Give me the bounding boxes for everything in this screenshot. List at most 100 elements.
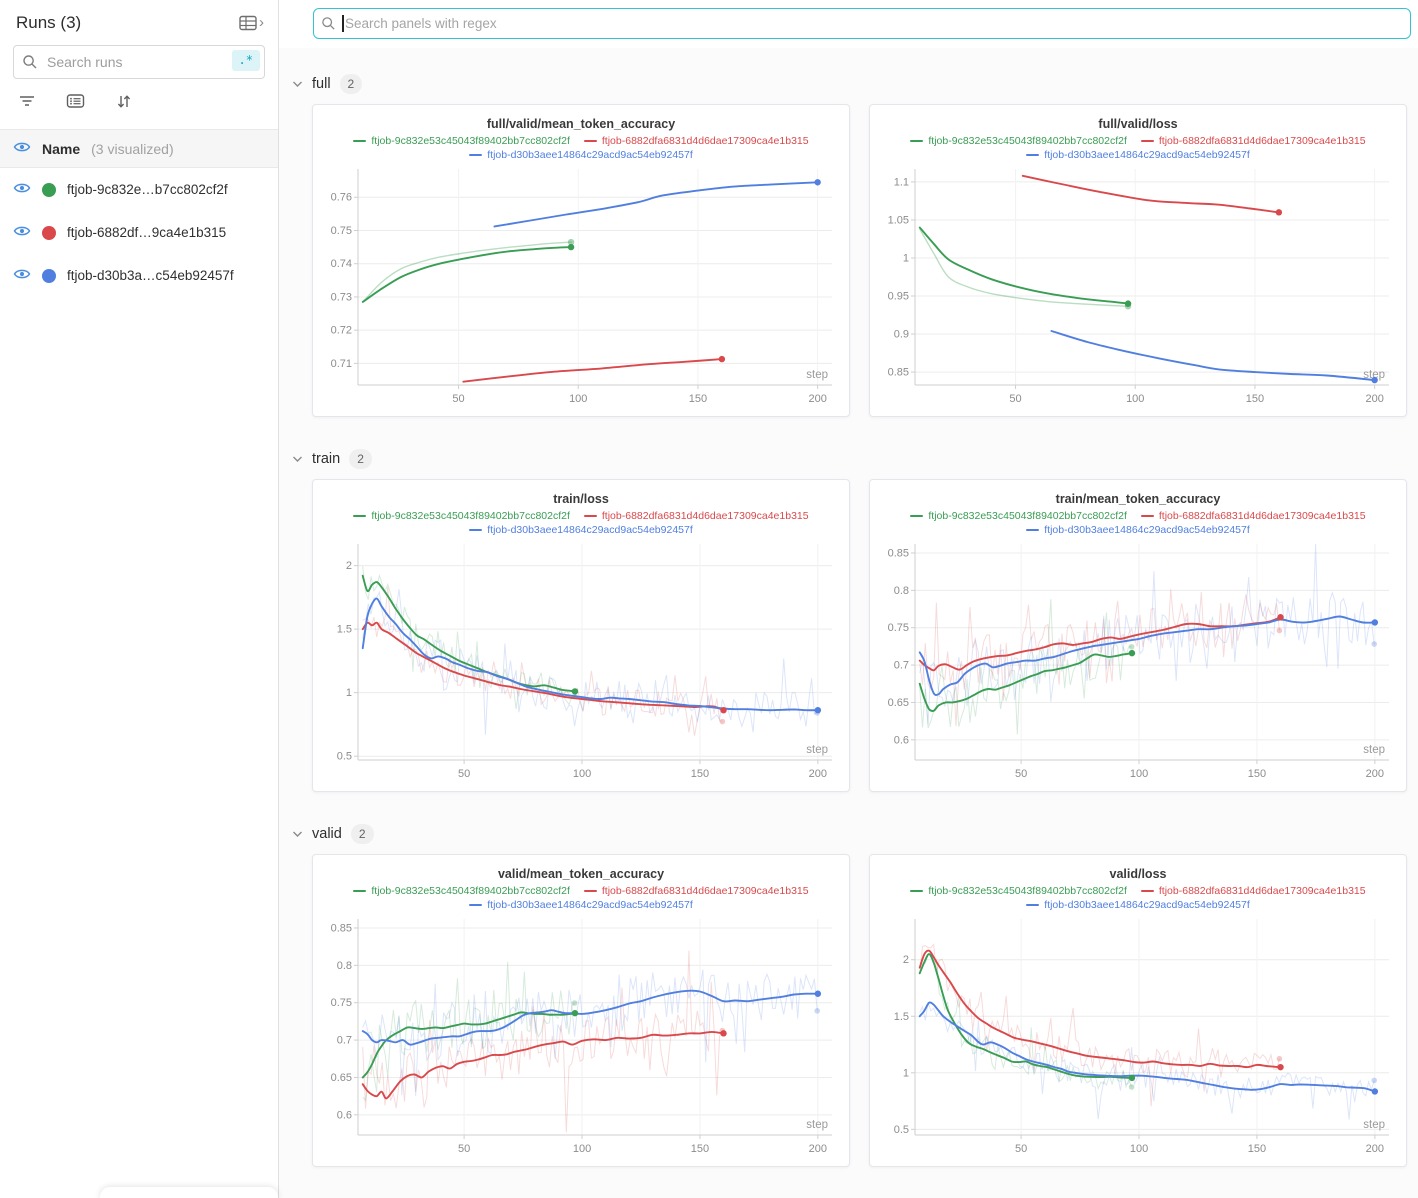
- legend-run-label: ftjob-d30b3aee14864c29acd9ac54eb92457f: [1044, 149, 1250, 161]
- legend-entry: ftjob-6882dfa6831d4d6dae17309ca4e1b315: [584, 509, 809, 523]
- svg-text:200: 200: [809, 768, 827, 780]
- visibility-eye-icon[interactable]: [13, 224, 31, 241]
- svg-text:step: step: [806, 1119, 828, 1131]
- legend-dash-icon: [1026, 154, 1039, 157]
- svg-text:0.74: 0.74: [331, 258, 352, 270]
- legend-run-label: ftjob-6882dfa6831d4d6dae17309ca4e1b315: [1159, 885, 1366, 897]
- legend-entry: ftjob-6882dfa6831d4d6dae17309ca4e1b315: [1141, 509, 1366, 523]
- svg-text:0.7: 0.7: [337, 1035, 352, 1047]
- chevron-down-icon[interactable]: [292, 455, 303, 463]
- svg-text:0.85: 0.85: [888, 547, 909, 559]
- chart-plot[interactable]: 0.850.90.9511.051.150100150200step: [879, 163, 1397, 413]
- svg-text:0.6: 0.6: [894, 734, 909, 746]
- legend-run-label: ftjob-9c832e53c45043f89402bb7cc802cf2f: [928, 135, 1127, 147]
- chart-legend: ftjob-9c832e53c45043f89402bb7cc802cf2f ft…: [879, 134, 1397, 162]
- run-name-label[interactable]: ftjob-d30b3a…c54eb92457f: [67, 268, 234, 283]
- chart-plot[interactable]: 0.511.5250100150200step: [879, 913, 1397, 1163]
- chart-title: valid/loss: [879, 867, 1397, 881]
- legend-dash-icon: [1141, 140, 1154, 143]
- section-count-badge: 2: [349, 449, 372, 469]
- legend-entry: ftjob-d30b3aee14864c29acd9ac54eb92457f: [1026, 523, 1250, 537]
- svg-text:0.9: 0.9: [894, 329, 909, 341]
- panel-sections: full 2 full/valid/mean_token_accuracyftjob…: [279, 48, 1418, 1167]
- legend-dash-icon: [469, 904, 482, 907]
- svg-text:1.05: 1.05: [888, 214, 909, 226]
- filter-icon[interactable]: [18, 93, 36, 115]
- search-icon: [22, 54, 38, 75]
- search-panels-input[interactable]: [313, 8, 1411, 39]
- legend-entry: ftjob-9c832e53c45043f89402bb7cc802cf2f: [910, 509, 1127, 523]
- chevron-down-icon[interactable]: [292, 80, 303, 88]
- svg-text:0.95: 0.95: [888, 291, 909, 303]
- svg-text:step: step: [806, 744, 828, 756]
- run-name-label[interactable]: ftjob-9c832e…b7cc802cf2f: [67, 182, 228, 197]
- legend-run-label: ftjob-9c832e53c45043f89402bb7cc802cf2f: [928, 510, 1127, 522]
- svg-text:0.65: 0.65: [888, 697, 909, 709]
- chart-panel[interactable]: train/lossftjob-9c832e53c45043f89402bb7c…: [312, 479, 850, 792]
- chart-title: train/mean_token_accuracy: [879, 492, 1397, 506]
- svg-text:50: 50: [1015, 768, 1027, 780]
- runs-table-toggle-button[interactable]: ›: [238, 14, 264, 32]
- run-name-label[interactable]: ftjob-6882df…9ca4e1b315: [67, 225, 226, 240]
- chart-panel[interactable]: train/mean_token_accuracy ftjob-9c832e53c…: [869, 479, 1407, 792]
- svg-text:100: 100: [573, 1143, 591, 1155]
- visibility-eye-icon[interactable]: [13, 140, 31, 157]
- chart-plot[interactable]: 0.710.720.730.740.750.7650100150200step: [322, 163, 840, 413]
- svg-text:step: step: [1363, 1119, 1385, 1131]
- legend-dash-icon: [584, 140, 597, 143]
- legend-entry: ftjob-d30b3aee14864c29acd9ac54eb92457f: [469, 898, 693, 912]
- svg-text:0.75: 0.75: [331, 997, 352, 1009]
- legend-run-label: ftjob-9c832e53c45043f89402bb7cc802cf2f: [371, 510, 570, 522]
- group-icon[interactable]: [66, 93, 85, 115]
- svg-text:1.1: 1.1: [894, 176, 909, 188]
- name-column-label: Name: [42, 141, 80, 157]
- run-list-item[interactable]: ftjob-9c832e…b7cc802cf2f: [0, 168, 278, 211]
- legend-entry: ftjob-9c832e53c45043f89402bb7cc802cf2f: [910, 884, 1127, 898]
- svg-text:50: 50: [458, 768, 470, 780]
- panel-section: valid2valid/mean_token_accuracyftjob-9c8…: [292, 824, 1411, 1167]
- visibility-eye-icon[interactable]: [13, 267, 31, 284]
- section-title[interactable]: valid: [312, 826, 342, 842]
- run-list-item[interactable]: ftjob-d30b3a…c54eb92457f: [0, 254, 278, 297]
- legend-dash-icon: [469, 529, 482, 532]
- legend-dash-icon: [1026, 904, 1039, 907]
- svg-text:0.8: 0.8: [894, 585, 909, 597]
- chart-plot[interactable]: 0.60.650.70.750.80.8550100150200step: [879, 538, 1397, 788]
- section-title[interactable]: full: [312, 76, 331, 92]
- panel-row: train/lossftjob-9c832e53c45043f89402bb7c…: [312, 479, 1411, 792]
- svg-text:0.72: 0.72: [331, 325, 352, 337]
- section-count-badge: 2: [351, 824, 374, 844]
- visibility-eye-icon[interactable]: [13, 181, 31, 198]
- chart-panel[interactable]: valid/mean_token_accuracyftjob-9c832e53c…: [312, 854, 850, 1167]
- svg-text:2: 2: [903, 954, 909, 966]
- chart-plot[interactable]: 0.60.650.70.750.80.8550100150200step: [322, 913, 840, 1163]
- chart-panel[interactable]: full/valid/mean_token_accuracyftjob-9c83…: [312, 104, 850, 417]
- legend-entry: ftjob-6882dfa6831d4d6dae17309ca4e1b315: [584, 134, 809, 148]
- sort-icon[interactable]: [115, 93, 132, 115]
- legend-dash-icon: [353, 515, 366, 518]
- svg-text:1: 1: [346, 687, 352, 699]
- chart-title: full/valid/loss: [879, 117, 1397, 131]
- legend-dash-icon: [353, 140, 366, 143]
- legend-run-label: ftjob-6882dfa6831d4d6dae17309ca4e1b315: [1159, 135, 1366, 147]
- section-header: train 2: [292, 449, 1411, 469]
- legend-run-label: ftjob-d30b3aee14864c29acd9ac54eb92457f: [1044, 524, 1250, 536]
- svg-text:step: step: [1363, 744, 1385, 756]
- run-list-item[interactable]: ftjob-6882df…9ca4e1b315: [0, 211, 278, 254]
- chart-panel[interactable]: valid/loss ftjob-9c832e53c45043f89402bb7c…: [869, 854, 1407, 1167]
- legend-run-label: ftjob-6882dfa6831d4d6dae17309ca4e1b315: [1159, 510, 1366, 522]
- regex-toggle-button[interactable]: .*: [232, 50, 260, 71]
- chart-legend: ftjob-9c832e53c45043f89402bb7cc802cf2f ft…: [322, 134, 840, 162]
- legend-entry: ftjob-9c832e53c45043f89402bb7cc802cf2f: [353, 134, 570, 148]
- legend-entry: ftjob-d30b3aee14864c29acd9ac54eb92457f: [469, 523, 693, 537]
- search-runs-input[interactable]: [13, 45, 265, 79]
- chart-title: valid/mean_token_accuracy: [322, 867, 840, 881]
- chevron-down-icon[interactable]: [292, 830, 303, 838]
- table-icon: [238, 14, 258, 32]
- chart-legend: ftjob-9c832e53c45043f89402bb7cc802cf2fft…: [322, 509, 840, 537]
- chart-panel[interactable]: full/valid/loss ftjob-9c832e53c45043f8940…: [869, 104, 1407, 417]
- legend-entry: ftjob-6882dfa6831d4d6dae17309ca4e1b315: [1141, 884, 1366, 898]
- legend-entry: ftjob-d30b3aee14864c29acd9ac54eb92457f: [1026, 148, 1250, 162]
- chart-plot[interactable]: 0.511.5250100150200step: [322, 538, 840, 788]
- section-title[interactable]: train: [312, 451, 340, 467]
